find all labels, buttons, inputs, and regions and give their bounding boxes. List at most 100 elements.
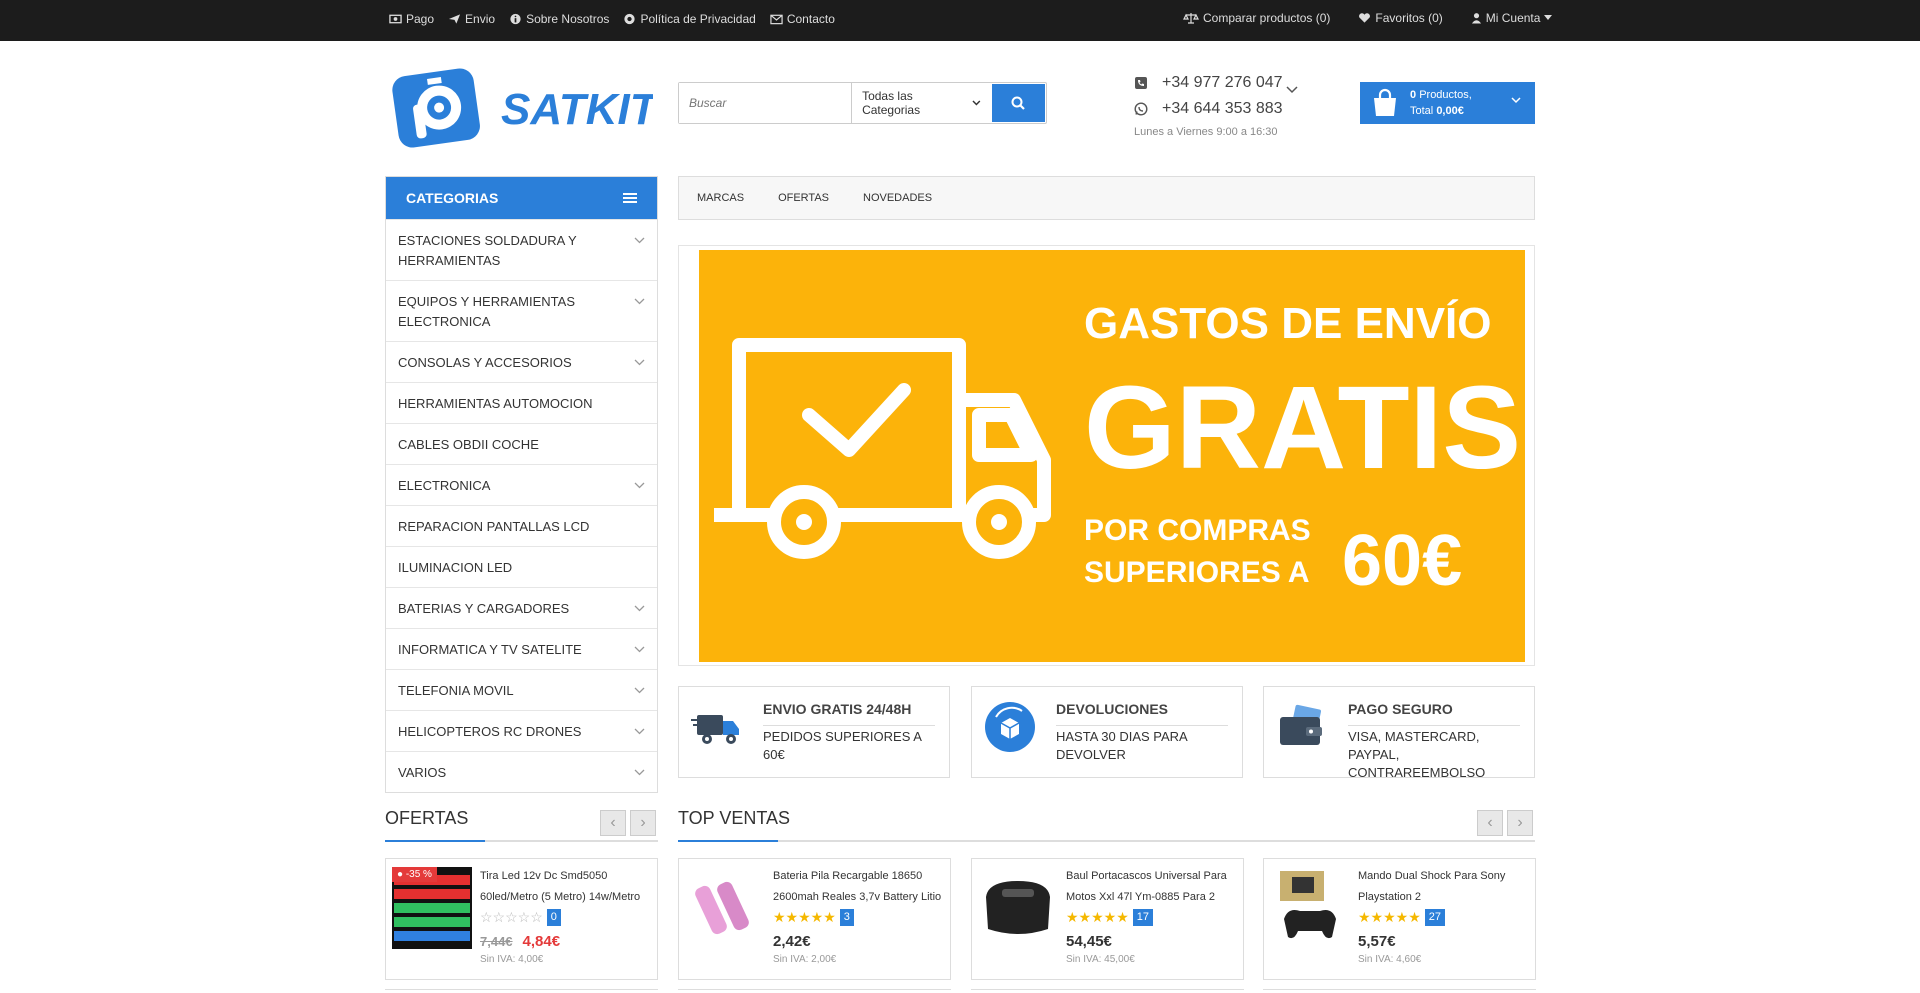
top-link-pago[interactable]: Pago (389, 12, 434, 26)
category-item[interactable]: CONSOLAS Y ACCESORIOS (386, 341, 657, 382)
category-label: CABLES OBDII COCHE (398, 436, 539, 452)
feature-title: ENVIO GRATIS 24/48H (763, 701, 935, 726)
category-item[interactable]: HELICOPTEROS RC DRONES (386, 710, 657, 751)
banner-line2: GRATIS (1084, 362, 1521, 494)
money-icon (389, 14, 402, 24)
next-arrow-icon[interactable]: › (630, 810, 656, 836)
category-item[interactable]: VARIOS (386, 751, 657, 792)
prev-arrow-icon[interactable]: ‹ (600, 810, 626, 836)
category-label: HERRAMIENTAS AUTOMOCION (398, 395, 593, 411)
chevron-down-icon[interactable] (634, 298, 645, 305)
wallet-icon (1280, 704, 1322, 745)
prev-arrow-icon[interactable]: ‹ (1477, 810, 1503, 836)
top-account-links: Comparar productos (0) Favoritos (0) Mi … (1183, 11, 1553, 25)
account-label: Mi Cuenta (1485, 11, 1541, 25)
feature-returns: DEVOLUCIONES HASTA 30 DIAS PARA DEVOLVER (971, 686, 1243, 778)
product-name[interactable]: Mando Dual Shock Para Sony Playstation 2 (1358, 866, 1528, 908)
category-item[interactable]: EQUIPOS Y HERRAMIENTAS ELECTRONICA (386, 280, 657, 341)
compare-label: Comparar productos (0) (1203, 11, 1331, 25)
feature-subtitle: PEDIDOS SUPERIORES A 60€ (763, 729, 922, 762)
offers-title: OFERTAS (385, 808, 469, 828)
category-label: INFORMATICA Y TV SATELITE (398, 641, 582, 657)
top-link-label: Pago (406, 12, 435, 26)
category-item[interactable]: TELEFONIA MOVIL (386, 669, 657, 710)
product-price: 2,42€ (773, 933, 811, 950)
phone-number[interactable]: +34 977 276 047 (1162, 74, 1283, 92)
offers-arrows: ‹ › (600, 810, 656, 836)
review-count: 3 (839, 909, 854, 926)
top-link-envio[interactable]: Envio (448, 12, 495, 26)
feature-subtitle: HASTA 30 DIAS PARA DEVOLVER (1056, 729, 1188, 762)
box-return-icon (985, 702, 1035, 752)
top-link-privacidad[interactable]: Política de Privacidad (623, 12, 756, 26)
category-item[interactable]: CABLES OBDII COCHE (386, 423, 657, 464)
truck-icon (691, 715, 739, 744)
category-item[interactable]: HERRAMIENTAS AUTOMOCION (386, 382, 657, 423)
nav-novedades[interactable]: NOVEDADES (863, 192, 932, 204)
top-link-sobre-nosotros[interactable]: Sobre Nosotros (509, 12, 609, 26)
next-arrow-icon[interactable]: › (1507, 810, 1533, 836)
chevron-down-icon[interactable] (634, 687, 645, 694)
category-select[interactable]: Todas las Categorias (852, 83, 991, 123)
product-name[interactable]: Tira Led 12v Dc Smd5050 60led/Metro (5 M… (480, 866, 650, 908)
chevron-down-icon[interactable] (634, 605, 645, 612)
category-item[interactable]: ELECTRONICA (386, 464, 657, 505)
top-link-contacto[interactable]: Contacto (770, 12, 835, 26)
favorites-link[interactable]: Favoritos (0) (1358, 11, 1443, 25)
cart-summary: 0 Productos, Total 0,00€ (1410, 87, 1472, 119)
compare-link[interactable]: Comparar productos (0) (1183, 11, 1330, 25)
banner-line1: GASTOS DE ENVÍO (1084, 298, 1492, 348)
star-full-icon: ★★★★★ (773, 909, 836, 925)
top-bar: Pago Envio Sobre Nosotros Política de Pr… (0, 0, 1920, 41)
category-label: HELICOPTEROS RC DRONES (398, 723, 582, 739)
review-count: 0 (546, 909, 561, 926)
offers-underline (385, 840, 658, 842)
search-input[interactable] (679, 83, 853, 123)
category-label: CONSOLAS Y ACCESORIOS (398, 354, 572, 370)
nav-ofertas[interactable]: OFERTAS (778, 192, 829, 204)
chevron-down-icon[interactable] (634, 237, 645, 244)
chevron-down-icon[interactable] (634, 482, 645, 489)
sale-price: 4,84€ (522, 933, 561, 950)
search-button[interactable] (991, 84, 1045, 122)
chevron-down-icon[interactable] (634, 359, 645, 366)
chevron-down-icon[interactable] (1286, 86, 1298, 94)
categories-header[interactable]: CATEGORIAS (386, 177, 657, 219)
product-name[interactable]: Bateria Pila Recargable 18650 2600mah Re… (773, 866, 943, 908)
chevron-down-icon[interactable] (634, 769, 645, 776)
category-item[interactable]: ESTACIONES SOLDADURA Y HERRAMIENTAS (386, 219, 657, 280)
price-without-tax: Sin IVA: 4,00€ (480, 954, 544, 965)
next-row-card (678, 989, 951, 993)
category-label: REPARACION PANTALLAS LCD (398, 518, 590, 534)
feature-free-shipping: ENVIO GRATIS 24/48H PEDIDOS SUPERIORES A… (678, 686, 950, 778)
gamepad-image (1270, 867, 1350, 949)
top-sales-underline (678, 840, 1535, 842)
product-card[interactable]: ● -35 % Tira Led 12v Dc Smd5050 60led/Me… (385, 858, 658, 980)
chevron-down-icon[interactable] (634, 728, 645, 735)
category-item[interactable]: INFORMATICA Y TV SATELITE (386, 628, 657, 669)
category-item[interactable]: ILUMINACION LED (386, 546, 657, 587)
whatsapp-number[interactable]: +34 644 353 883 (1162, 100, 1283, 118)
category-label: EQUIPOS Y HERRAMIENTAS ELECTRONICA (398, 294, 575, 329)
product-card[interactable]: Mando Dual Shock Para Sony Playstation 2… (1263, 858, 1536, 980)
account-dropdown[interactable]: Mi Cuenta (1471, 11, 1553, 25)
category-item[interactable]: BATERIAS Y CARGADORES (386, 587, 657, 628)
promo-banner[interactable]: GASTOS DE ENVÍO GRATIS POR COMPRAS SUPER… (678, 245, 1535, 666)
categories-panel: CATEGORIAS ESTACIONES SOLDADURA Y HERRAM… (385, 176, 658, 793)
site-logo[interactable]: SATKIT (385, 58, 660, 150)
shopping-bag-icon (1374, 88, 1396, 116)
product-card[interactable]: Baul Portacascos Universal Para Motos Xx… (971, 858, 1244, 980)
heart-icon (1359, 13, 1371, 23)
cart-total: 0,00€ (1436, 105, 1464, 117)
chevron-down-icon[interactable] (634, 646, 645, 653)
free-shipping-banner: GASTOS DE ENVÍO GRATIS POR COMPRAS SUPER… (699, 250, 1525, 662)
top-sales-arrows: ‹ › (1477, 810, 1533, 836)
nav-marcas[interactable]: MARCAS (697, 192, 744, 204)
product-name[interactable]: Baul Portacascos Universal Para Motos Xx… (1066, 866, 1236, 908)
product-card[interactable]: Bateria Pila Recargable 18650 2600mah Re… (678, 858, 951, 980)
user-icon (1471, 13, 1481, 24)
banner-line3: POR COMPRAS (1084, 514, 1311, 547)
category-item[interactable]: REPARACION PANTALLAS LCD (386, 505, 657, 546)
cart-button[interactable]: 0 Productos, Total 0,00€ (1360, 82, 1535, 124)
discount-badge: ● -35 % (392, 867, 437, 882)
